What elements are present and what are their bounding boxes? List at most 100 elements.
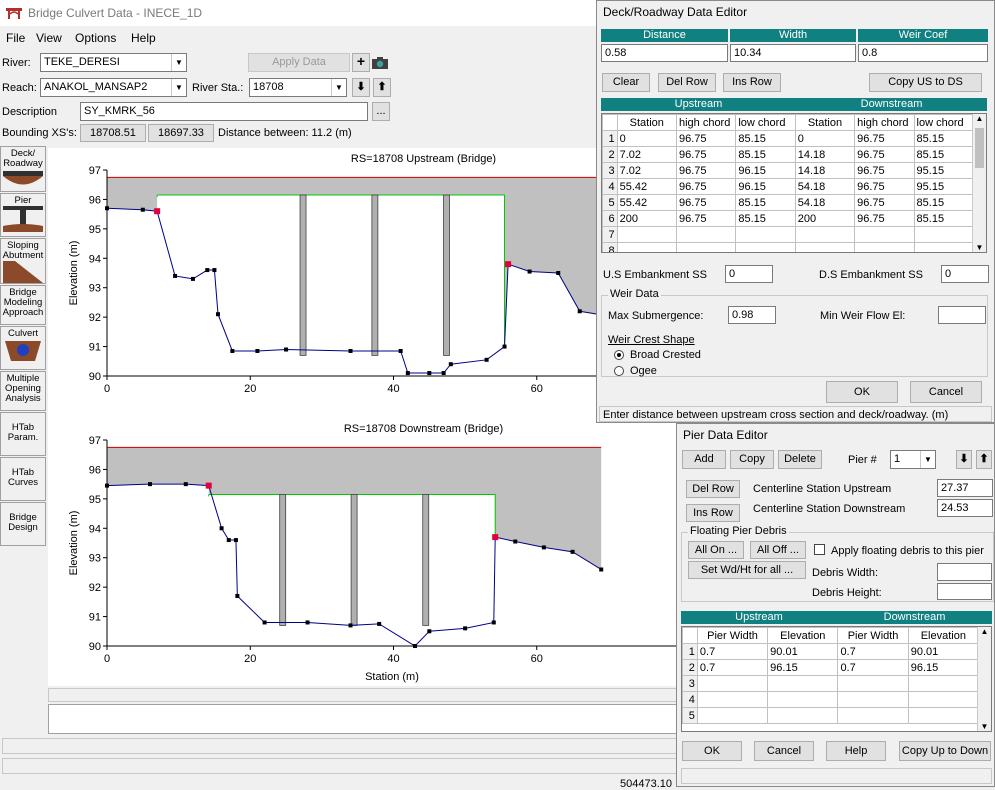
pier-table-cell[interactable] <box>837 707 909 724</box>
copy-up-to-down-button[interactable]: Copy Up to Down <box>899 741 991 761</box>
deck-table-cell[interactable] <box>735 226 796 243</box>
deck-table-cell[interactable]: 96.75 <box>854 162 915 179</box>
deck-table-cell[interactable] <box>854 242 915 252</box>
deck-table-cell[interactable]: 0 <box>794 130 856 147</box>
menu-options[interactable]: Options <box>75 31 116 45</box>
pier-cancel-button[interactable]: Cancel <box>754 741 814 761</box>
deck-table-cell[interactable]: 96.75 <box>854 210 915 227</box>
tool-bridge-modeling[interactable]: Bridge Modeling Approach <box>0 285 46 325</box>
deck-table-cell[interactable]: 7.02 <box>616 146 677 163</box>
camera-icon[interactable] <box>371 55 389 71</box>
max-submergence-input[interactable]: 0.98 <box>728 306 776 324</box>
pier-number-select[interactable]: 1 ▼ <box>890 450 936 469</box>
us-embankment-input[interactable]: 0 <box>725 265 773 283</box>
pier-table-cell[interactable] <box>767 707 839 724</box>
tool-pier[interactable]: Pier <box>0 193 46 237</box>
tool-htab-curves[interactable]: HTab Curves <box>0 457 46 501</box>
pier-delete-button[interactable]: Delete <box>778 450 822 469</box>
pier-table-cell[interactable] <box>696 691 769 708</box>
tool-sloping-abutment[interactable]: Sloping Abutment <box>0 238 46 284</box>
deck-table-cell[interactable]: 96.75 <box>675 178 737 195</box>
deck-table-cell[interactable]: 0 <box>616 130 677 147</box>
notes-box[interactable] <box>48 704 678 734</box>
plus-icon[interactable]: + <box>352 53 370 72</box>
deck-table-cell[interactable]: 7.02 <box>616 162 677 179</box>
all-off-button[interactable]: All Off ... <box>750 541 806 559</box>
broad-crested-radio[interactable] <box>614 350 624 360</box>
deck-table-cell[interactable] <box>794 226 856 243</box>
deck-cancel-button[interactable]: Cancel <box>910 381 982 403</box>
deck-table-cell[interactable] <box>616 226 677 243</box>
pier-table-cell[interactable]: 0.7 <box>696 643 769 660</box>
pier-table-cell[interactable] <box>696 707 769 724</box>
arrow-up-icon[interactable]: ⬆ <box>373 78 391 97</box>
pier-table-cell[interactable] <box>907 675 980 692</box>
deck-table-cell[interactable] <box>794 242 856 252</box>
menu-view[interactable]: View <box>36 31 62 45</box>
deck-table-cell[interactable]: 54.18 <box>794 194 856 211</box>
distance-input[interactable]: 0.58 <box>601 44 728 62</box>
pier-table-cell[interactable]: 90.01 <box>907 643 980 660</box>
pier-next-down-icon[interactable]: ⬇ <box>956 450 972 469</box>
copy-us-to-ds-button[interactable]: Copy US to DS <box>869 73 982 92</box>
deck-table-cell[interactable]: 85.15 <box>913 130 975 147</box>
weir-coef-input[interactable]: 0.8 <box>858 44 988 62</box>
deck-table-cell[interactable]: 14.18 <box>794 146 856 163</box>
pier-table-cell[interactable] <box>767 675 839 692</box>
deck-ok-button[interactable]: OK <box>826 381 898 403</box>
deck-table-cell[interactable]: 96.75 <box>854 194 915 211</box>
deck-table-cell[interactable]: 85.15 <box>735 210 796 227</box>
deck-table-cell[interactable]: 85.15 <box>913 194 975 211</box>
pier-ins-row-button[interactable]: Ins Row <box>686 504 740 522</box>
scroll-down-icon[interactable]: ▼ <box>978 722 991 731</box>
pier-table-cell[interactable] <box>767 691 839 708</box>
centerline-down-input[interactable]: 24.53 <box>937 499 993 517</box>
apply-data-button[interactable]: Apply Data <box>248 53 350 72</box>
deck-table-cell[interactable] <box>675 242 737 252</box>
deck-table-scrollbar[interactable]: ▲ ▼ <box>972 114 986 252</box>
scroll-up-icon[interactable]: ▲ <box>978 627 991 636</box>
ogee-radio[interactable] <box>614 366 624 376</box>
bounding-down-button[interactable]: 18697.33 <box>148 124 214 142</box>
description-browse-button[interactable]: ... <box>372 102 390 121</box>
pier-table-cell[interactable]: 0.7 <box>837 659 909 676</box>
tool-multiple-opening[interactable]: Multiple Opening Analysis <box>0 371 46 411</box>
deck-table-cell[interactable]: 55.42 <box>616 178 677 195</box>
deck-table-cell[interactable] <box>675 226 737 243</box>
arrow-down-icon[interactable]: ⬇ <box>352 78 370 97</box>
deck-table-cell[interactable]: 85.15 <box>735 130 796 147</box>
pier-add-button[interactable]: Add <box>682 450 726 469</box>
deck-table-cell[interactable]: 96.75 <box>675 146 737 163</box>
deck-table-cell[interactable]: 85.15 <box>735 146 796 163</box>
pier-del-row-button[interactable]: Del Row <box>686 480 740 498</box>
plot-scrollbar[interactable] <box>48 688 678 702</box>
deck-table-cell[interactable]: 14.18 <box>794 162 856 179</box>
min-weir-flow-input[interactable] <box>938 306 986 324</box>
tool-htab-param[interactable]: HTab Param. <box>0 412 46 456</box>
scroll-thumb[interactable] <box>975 128 984 168</box>
debris-height-input[interactable] <box>937 583 992 600</box>
pier-table-cell[interactable] <box>907 707 980 724</box>
deck-ins-row-button[interactable]: Ins Row <box>723 73 781 92</box>
deck-table-cell[interactable]: 95.15 <box>913 162 975 179</box>
apply-debris-checkbox[interactable] <box>814 544 825 555</box>
clear-button[interactable]: Clear <box>602 73 650 92</box>
pier-table-cell[interactable]: 90.01 <box>767 643 839 660</box>
deck-table-cell[interactable] <box>913 226 975 243</box>
deck-table-cell[interactable] <box>735 242 796 252</box>
deck-table-cell[interactable] <box>616 242 677 252</box>
pier-table-cell[interactable] <box>696 675 769 692</box>
pier-ok-button[interactable]: OK <box>682 741 742 761</box>
pier-copy-button[interactable]: Copy <box>730 450 774 469</box>
tool-culvert[interactable]: Culvert <box>0 326 46 370</box>
deck-table-cell[interactable]: 96.75 <box>854 178 915 195</box>
tool-deck-roadway[interactable]: Deck/ Roadway <box>0 146 46 192</box>
pier-table-cell[interactable] <box>837 691 909 708</box>
description-input[interactable]: SY_KMRK_56 <box>80 102 368 121</box>
river-sta-select[interactable]: 18708 ▼ <box>249 78 347 97</box>
scroll-down-icon[interactable]: ▼ <box>973 243 986 252</box>
pier-table-cell[interactable]: 0.7 <box>837 643 909 660</box>
deck-table-cell[interactable]: 55.42 <box>616 194 677 211</box>
deck-table-cell[interactable]: 54.18 <box>794 178 856 195</box>
river-select[interactable]: TEKE_DERESI ▼ <box>40 53 187 72</box>
